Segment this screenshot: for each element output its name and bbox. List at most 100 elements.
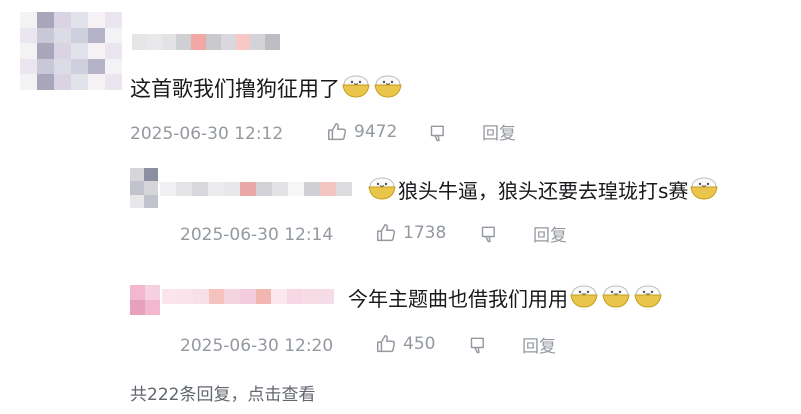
like-button[interactable]: 450 [375, 333, 435, 355]
mosaic-cell [286, 289, 303, 304]
reply-text-body: 狼头牛逼，狼头还要去瑝珑打s赛 [398, 179, 689, 203]
mosaic-cell [88, 27, 105, 44]
reply-button[interactable]: 回复 [522, 336, 556, 358]
mosaic-cell [250, 34, 266, 50]
dislike-button[interactable] [469, 335, 489, 355]
like-count: 450 [403, 334, 436, 354]
reply-text-body: 今年主题曲也借我们用用 [348, 287, 568, 311]
thumbs-up-icon [375, 333, 397, 355]
mosaic-cell [37, 58, 54, 75]
mosaic-cell [130, 194, 144, 208]
mosaic-cell [239, 289, 256, 304]
username-censored[interactable] [160, 182, 352, 196]
mosaic-cell [208, 182, 224, 196]
mosaic-cell [235, 34, 251, 50]
mosaic-cell [105, 43, 122, 59]
mosaic-cell [54, 27, 71, 44]
mosaic-cell [105, 27, 122, 44]
thumbs-down-icon [469, 335, 489, 355]
mosaic-cell [144, 168, 158, 182]
comment-text-body: 这首歌我们撸狗征用了 [130, 77, 340, 101]
mosaic-cell [130, 285, 145, 300]
mosaic-cell [71, 43, 88, 59]
mosaic-cell [193, 289, 209, 304]
bowl-face-emote [569, 284, 599, 317]
mosaic-cell [144, 181, 158, 195]
dislike-button[interactable] [429, 123, 449, 143]
mosaic-cell [20, 12, 37, 28]
mosaic-cell [105, 58, 122, 75]
comment-text: 这首歌我们撸狗征用了 [130, 74, 404, 107]
mosaic-cell [88, 74, 105, 90]
mosaic-cell [105, 12, 122, 28]
mosaic-cell [37, 43, 54, 59]
reply-button[interactable]: 回复 [533, 225, 567, 247]
avatar[interactable] [130, 285, 160, 315]
username-censored[interactable] [132, 34, 280, 50]
mosaic-cell [208, 289, 225, 304]
username-censored[interactable] [162, 289, 334, 304]
mosaic-cell [272, 182, 288, 196]
avatar[interactable] [20, 12, 122, 90]
thumbs-down-icon [480, 224, 500, 244]
mosaic-cell [336, 182, 352, 196]
mosaic-cell [304, 182, 320, 196]
mosaic-cell [37, 74, 54, 90]
mosaic-cell [317, 289, 334, 304]
mosaic-cell [54, 43, 71, 59]
comment-date: 2025-06-30 12:12 [130, 124, 284, 144]
bowl-face-emote [633, 284, 663, 317]
mosaic-cell [20, 74, 37, 90]
mosaic-cell [105, 74, 122, 90]
mosaic-cell [220, 34, 236, 50]
mosaic-cell [88, 12, 105, 28]
reply-date: 2025-06-30 12:14 [180, 225, 334, 245]
mosaic-cell [37, 12, 54, 28]
like-button[interactable]: 1738 [375, 222, 446, 244]
mosaic-cell [161, 34, 177, 50]
mosaic-cell [271, 289, 287, 304]
mosaic-cell [20, 58, 37, 75]
mosaic-cell [192, 182, 208, 196]
mosaic-cell [145, 300, 160, 315]
mosaic-cell [224, 289, 240, 304]
mosaic-cell [88, 43, 105, 59]
mosaic-cell [71, 12, 88, 28]
thumbs-down-icon [429, 123, 449, 143]
mosaic-cell [191, 34, 206, 50]
mosaic-cell [160, 182, 176, 196]
reply-date: 2025-06-30 12:20 [180, 336, 334, 356]
mosaic-cell [240, 182, 256, 196]
reply-button[interactable]: 回复 [482, 123, 516, 145]
mosaic-cell [71, 27, 88, 44]
avatar[interactable] [130, 168, 158, 208]
mosaic-cell [130, 181, 144, 195]
mosaic-cell [302, 289, 318, 304]
mosaic-cell [20, 43, 37, 59]
reply-text: 今年主题曲也借我们用用 [348, 284, 664, 317]
mosaic-cell [162, 289, 178, 304]
mosaic-cell [288, 182, 304, 196]
bowl-face-emote [341, 74, 371, 107]
like-button[interactable]: 9472 [326, 121, 397, 143]
bowl-face-emote [373, 74, 403, 107]
mosaic-cell [176, 34, 192, 50]
mosaic-cell [71, 74, 88, 90]
like-count: 9472 [354, 122, 398, 142]
reply-text: 狼头牛逼，狼头还要去瑝珑打s赛 [366, 176, 720, 209]
thumbs-up-icon [326, 121, 348, 143]
mosaic-cell [54, 74, 71, 90]
view-all-replies-link[interactable]: 共222条回复，点击查看 [130, 380, 315, 405]
mosaic-cell [20, 27, 37, 44]
mosaic-cell [146, 34, 162, 50]
mosaic-cell [37, 27, 54, 44]
mosaic-cell [224, 182, 240, 196]
mosaic-cell [176, 182, 192, 196]
mosaic-cell [88, 58, 105, 75]
bowl-face-emote [601, 284, 631, 317]
mosaic-cell [71, 58, 88, 75]
mosaic-cell [177, 289, 194, 304]
mosaic-cell [144, 194, 158, 208]
bowl-face-emote [689, 176, 719, 209]
dislike-button[interactable] [480, 224, 500, 244]
